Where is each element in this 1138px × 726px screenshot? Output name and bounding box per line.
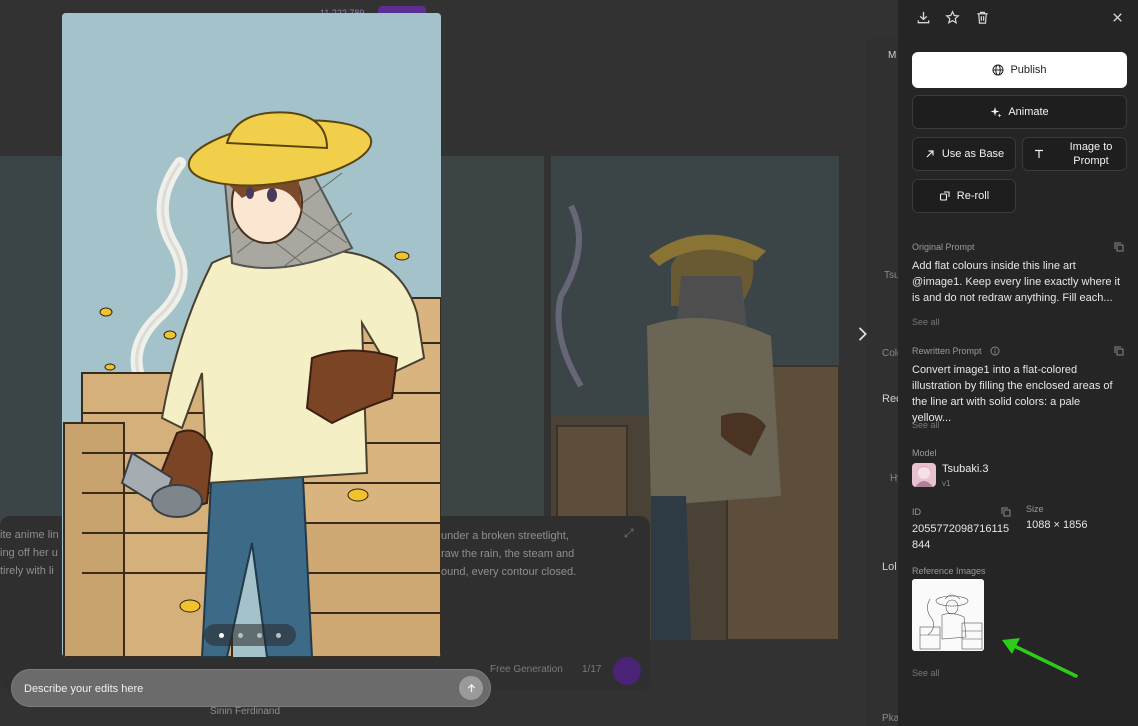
next-arrow-icon[interactable] (856, 325, 872, 345)
model-label: Model (912, 448, 937, 458)
carousel-dot-3[interactable] (257, 632, 262, 638)
text-icon (1035, 149, 1043, 158)
copy-icon[interactable] (1114, 242, 1124, 252)
bg-side-tab[interactable]: M (888, 50, 896, 61)
trash-icon (976, 11, 988, 24)
star-icon (944, 9, 960, 24)
sparkle-icon (990, 107, 1002, 118)
original-prompt-see-all[interactable]: See all (912, 317, 940, 327)
bg-prompt-text-right-1: under a broken streetlight, (441, 530, 569, 542)
size-value: 1088 × 1856 (1026, 519, 1088, 531)
delete-button[interactable] (972, 7, 992, 27)
bg-prompt-text-right-3: ound, every contour closed. (441, 566, 577, 578)
edit-prompt-bar (11, 669, 491, 707)
details-panel: Publish Animate Use as Base Image to Pro… (898, 0, 1138, 726)
rewritten-prompt-see-all[interactable]: See all (912, 420, 940, 430)
model-name[interactable]: Tsubaki.3 (942, 463, 988, 475)
bg-prompt-text-right-2: raw the rain, the steam and (441, 548, 575, 560)
expand-icon[interactable]: ⤢ (624, 524, 634, 542)
copy-icon[interactable] (1114, 346, 1124, 356)
reference-image-thumbnail[interactable] (912, 579, 984, 651)
model-avatar (912, 463, 936, 487)
carousel-dots (204, 624, 296, 646)
arrow-up-right-icon (926, 150, 934, 158)
carousel-dot-2[interactable] (238, 632, 243, 638)
reference-images-see-all[interactable]: See all (912, 668, 940, 678)
carousel-dot-4[interactable] (276, 632, 281, 638)
main-generated-image[interactable] (62, 13, 441, 657)
original-prompt-text: Add flat colours inside this line art @i… (912, 260, 1121, 304)
info-icon[interactable] (990, 346, 1000, 356)
bg-sidebar-strip (866, 38, 898, 726)
bg-side-item-pka: Pka (882, 713, 900, 724)
reroll-button[interactable]: Re-roll (912, 179, 1016, 213)
download-button[interactable] (913, 7, 933, 27)
edit-prompt-input[interactable] (24, 680, 444, 698)
rewritten-prompt-text: Convert image1 into a flat-colored illus… (912, 364, 1113, 424)
animate-button[interactable]: Animate (912, 95, 1127, 129)
reference-images-label: Reference Images (912, 566, 986, 576)
use-as-base-label: Use as Base (941, 148, 1005, 160)
model-version: v1 (942, 479, 951, 488)
favorite-button[interactable] (942, 7, 962, 27)
bg-prompt-text-left-3: tirely with li (0, 565, 54, 577)
bg-side-item-lol: Lol (882, 561, 897, 573)
size-label: Size (1026, 504, 1044, 514)
rewritten-prompt-label: Rewritten Prompt (912, 346, 982, 356)
id-value: 2055772098716115844 (912, 523, 1010, 551)
publish-label: Publish (1010, 64, 1047, 76)
carousel-dot-1[interactable] (219, 632, 224, 638)
send-edit-button[interactable] (459, 676, 483, 700)
close-icon (1112, 12, 1122, 22)
generation-count: 1/17 (582, 664, 602, 675)
close-button[interactable] (1107, 7, 1127, 27)
bg-generate-button[interactable] (613, 657, 641, 685)
publish-button[interactable]: Publish (912, 52, 1127, 88)
id-label: ID (912, 507, 921, 517)
reroll-icon (939, 191, 950, 201)
bg-prompt-text-left-2: ing off her u (0, 547, 58, 559)
bg-prompt-text-left-1: ite anime lin (0, 529, 59, 541)
image-to-prompt-button[interactable]: Image to Prompt (1022, 137, 1127, 171)
image-to-prompt-label: Image to Prompt (1069, 141, 1113, 167)
copy-icon[interactable] (1001, 507, 1011, 517)
globe-icon (992, 64, 1004, 76)
animate-label: Animate (1008, 106, 1049, 118)
use-as-base-button[interactable]: Use as Base (912, 137, 1016, 171)
original-prompt-label: Original Prompt (912, 242, 975, 252)
download-icon (917, 11, 929, 23)
annotation-arrow-icon (1002, 638, 1078, 678)
arrow-up-icon (467, 683, 475, 692)
reroll-label: Re-roll (956, 190, 990, 202)
generation-label: Free Generation (490, 664, 563, 675)
